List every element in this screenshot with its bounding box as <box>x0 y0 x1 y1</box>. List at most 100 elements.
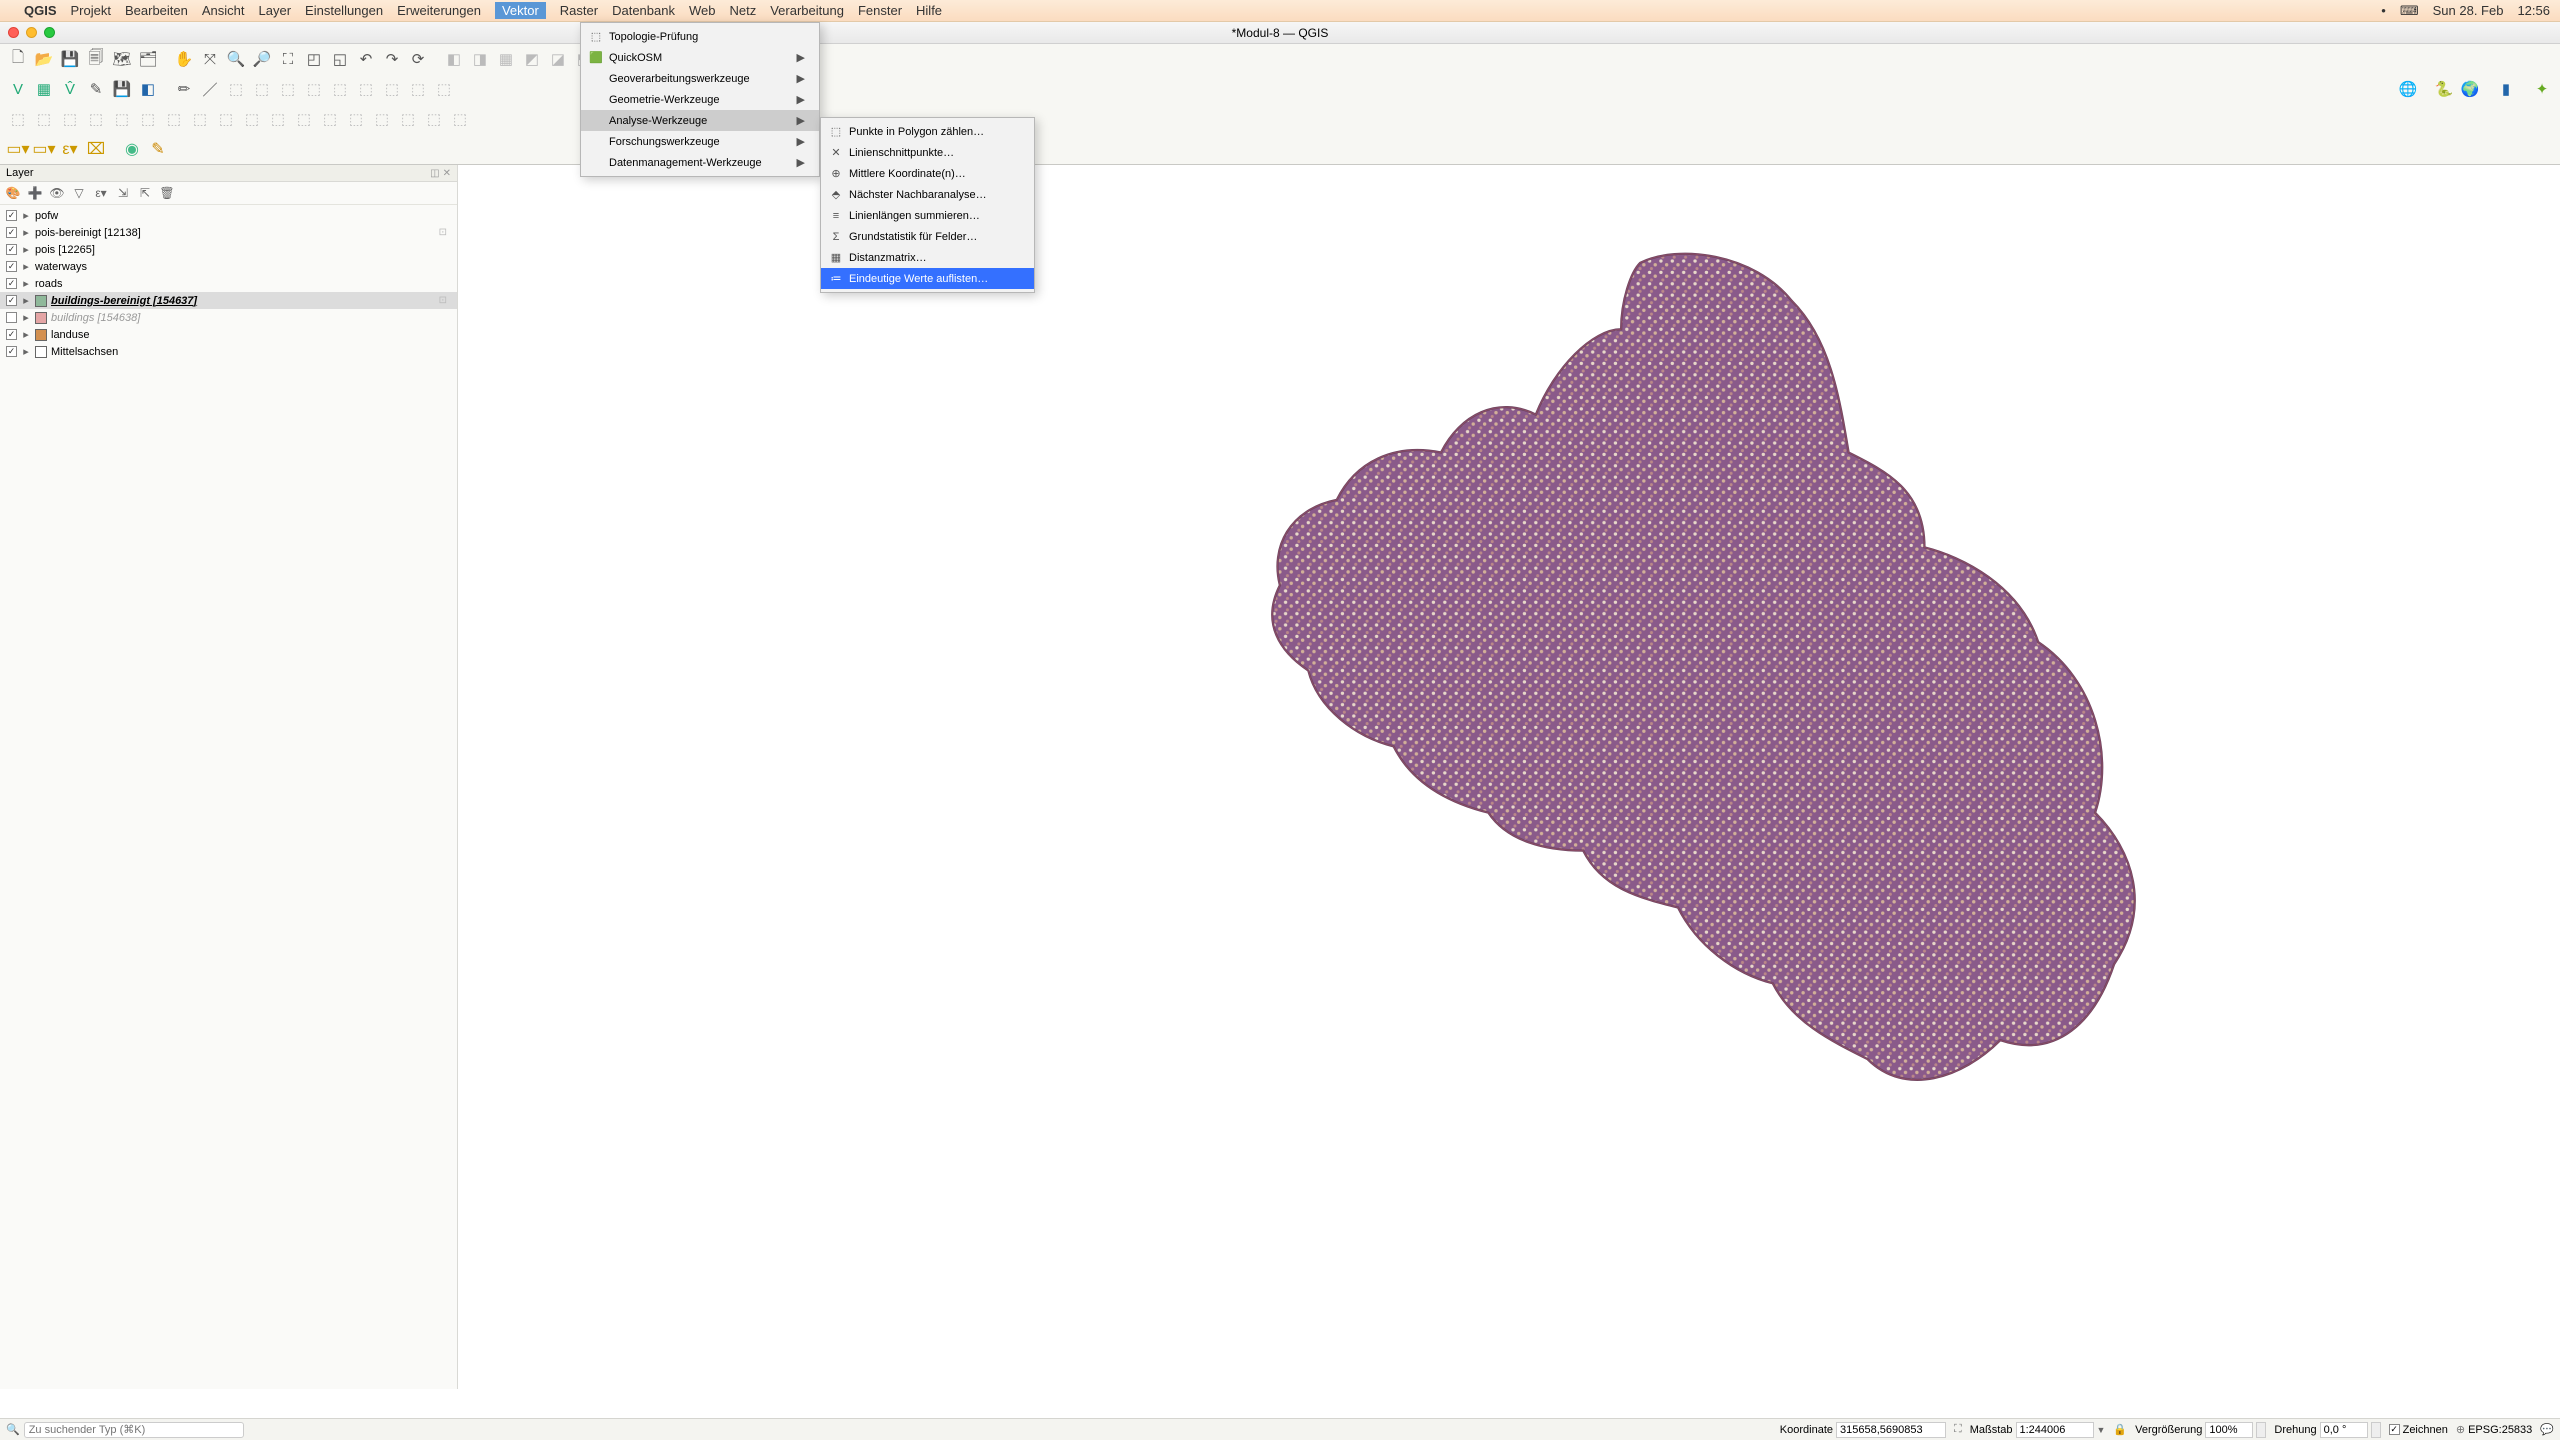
analyse-menu-item[interactable]: ⬘ Nächster Nachbaranalyse… <box>821 184 1034 205</box>
digitize-g[interactable]: ⬚ <box>380 77 404 101</box>
crs-icon[interactable]: ⊕ <box>2456 1423 2465 1436</box>
digitize-line-button[interactable]: ／ <box>198 77 222 101</box>
layer-expr-icon[interactable]: ε▾ <box>94 186 108 200</box>
scale-lock-icon[interactable]: 🔒 <box>2113 1423 2127 1436</box>
menu-einstellungen[interactable]: Einstellungen <box>305 3 383 18</box>
layer-expand-icon[interactable]: ⇲ <box>116 186 130 200</box>
magnifier-stepper[interactable] <box>2256 1422 2266 1438</box>
analyse-menu-item[interactable]: ✕ Linienschnittpunkte… <box>821 142 1034 163</box>
analyse-menu-item[interactable]: ▦ Distanzmatrix… <box>821 247 1034 268</box>
adv-k[interactable]: ⬚ <box>266 107 290 131</box>
menubar-keyboard-icon[interactable]: ⌨ <box>2400 3 2419 19</box>
app-name[interactable]: QGIS <box>24 3 57 18</box>
layer-visibility-checkbox[interactable]: ✓ <box>6 329 17 340</box>
window-close-button[interactable] <box>8 27 19 38</box>
layer-expand-icon[interactable]: ▸ <box>21 260 31 273</box>
save-edits-button[interactable]: 💾 <box>110 77 134 101</box>
digitize-b[interactable]: ⬚ <box>250 77 274 101</box>
render-checkbox[interactable]: ✓ <box>2389 1424 2400 1435</box>
save-project-button[interactable]: 💾 <box>58 47 82 71</box>
plugin-button-x[interactable]: ▮ <box>2494 77 2518 101</box>
magnifier-value-input[interactable] <box>2205 1422 2253 1438</box>
new-project-button[interactable]: 🗋 <box>6 47 30 71</box>
analyse-menu-item[interactable]: ⊕ Mittlere Koordinate(n)… <box>821 163 1034 184</box>
edit-toggle-button[interactable]: ✎ <box>84 77 108 101</box>
messages-icon[interactable]: 💬 <box>2540 1423 2554 1436</box>
layer-item[interactable]: ✓ ▸ roads <box>0 275 457 292</box>
layer-visibility-checkbox[interactable]: ✓ <box>6 261 17 272</box>
coord-value-input[interactable] <box>1836 1422 1946 1438</box>
edit-pencil-button[interactable]: ✎ <box>146 137 170 161</box>
vektor-menu-item[interactable]: Geometrie-Werkzeuge ▶ <box>581 89 819 110</box>
locator-search-input[interactable] <box>24 1422 244 1438</box>
deselect-button[interactable]: ⌧ <box>84 137 108 161</box>
tool-e[interactable]: ◪ <box>546 47 570 71</box>
digitize-a[interactable]: ⬚ <box>224 77 248 101</box>
vektor-menu-item[interactable]: Datenmanagement-Werkzeuge ▶ <box>581 152 819 173</box>
adv-m[interactable]: ⬚ <box>318 107 342 131</box>
vektor-menu-item[interactable]: Forschungswerkzeuge ▶ <box>581 131 819 152</box>
menu-fenster[interactable]: Fenster <box>858 3 902 18</box>
layer-item[interactable]: ✓ ▸ buildings-bereinigt [154637] ⊡ <box>0 292 457 309</box>
menu-netz[interactable]: Netz <box>729 3 756 18</box>
scale-value-input[interactable] <box>2016 1422 2094 1438</box>
crs-label[interactable]: EPSG:25833 <box>2468 1424 2532 1436</box>
digitize-e[interactable]: ⬚ <box>328 77 352 101</box>
layer-expand-icon[interactable]: ▸ <box>21 294 31 307</box>
layer-styling-button[interactable]: ◧ <box>136 77 160 101</box>
digitize-c[interactable]: ⬚ <box>276 77 300 101</box>
adv-d[interactable]: ⬚ <box>84 107 108 131</box>
pan-button[interactable]: ✋ <box>172 47 196 71</box>
menu-verarbeitung[interactable]: Verarbeitung <box>770 3 844 18</box>
zoom-out-button[interactable]: 🔎 <box>250 47 274 71</box>
layer-item[interactable]: ✓ ▸ landuse <box>0 326 457 343</box>
menu-vektor[interactable]: Vektor <box>495 2 546 19</box>
new-layout-button[interactable]: 🗺 <box>110 47 134 71</box>
layer-item[interactable]: ✓ ▸ waterways <box>0 258 457 275</box>
adv-q[interactable]: ⬚ <box>422 107 446 131</box>
zoom-in-button[interactable]: 🔍 <box>224 47 248 71</box>
adv-i[interactable]: ⬚ <box>214 107 238 131</box>
adv-b[interactable]: ⬚ <box>32 107 56 131</box>
pan-selection-button[interactable]: ⤧ <box>198 47 222 71</box>
layer-visibility-checkbox[interactable]: ✓ <box>6 295 17 306</box>
menu-ansicht[interactable]: Ansicht <box>202 3 245 18</box>
layer-expand-icon[interactable]: ▸ <box>21 226 31 239</box>
digitize-h[interactable]: ⬚ <box>406 77 430 101</box>
adv-f[interactable]: ⬚ <box>136 107 160 131</box>
adv-r[interactable]: ⬚ <box>448 107 472 131</box>
menu-raster[interactable]: Raster <box>560 3 598 18</box>
vektor-menu-item[interactable]: 🟩 QuickOSM ▶ <box>581 47 819 68</box>
zoom-full-button[interactable]: ⛶ <box>276 47 300 71</box>
select-by-expr-button[interactable]: ε▾ <box>58 137 82 161</box>
tool-a[interactable]: ◧ <box>442 47 466 71</box>
adv-g[interactable]: ⬚ <box>162 107 186 131</box>
rotation-stepper[interactable] <box>2371 1422 2381 1438</box>
new-shapefile-button[interactable]: V̂ <box>58 77 82 101</box>
layer-visibility-checkbox[interactable]: ✓ <box>6 210 17 221</box>
layer-visibility-checkbox[interactable]: ✓ <box>6 346 17 357</box>
plugin-button-y[interactable]: ✦ <box>2530 77 2554 101</box>
menu-web[interactable]: Web <box>689 3 716 18</box>
refresh-button[interactable]: ⟳ <box>406 47 430 71</box>
vektor-menu-item[interactable]: ⬚ Topologie-Prüfung <box>581 26 819 47</box>
layer-collapse-icon[interactable]: ⇱ <box>138 186 152 200</box>
digitize-d[interactable]: ⬚ <box>302 77 326 101</box>
analyse-menu-item[interactable]: ≔ Eindeutige Werte auflisten… <box>821 268 1034 289</box>
scale-dropdown-icon[interactable]: ▼ <box>2097 1425 2106 1435</box>
extents-icon[interactable]: ⛶ <box>1954 1423 1962 1436</box>
layer-visibility-checkbox[interactable]: ✓ <box>6 227 17 238</box>
menu-hilfe[interactable]: Hilfe <box>916 3 942 18</box>
layer-visibility-icon[interactable]: 👁 <box>50 186 64 200</box>
zoom-layer-button[interactable]: ◱ <box>328 47 352 71</box>
adv-n[interactable]: ⬚ <box>344 107 368 131</box>
layer-add-group-icon[interactable]: ➕ <box>28 186 42 200</box>
vektor-menu-item[interactable]: Analyse-Werkzeuge ▶ <box>581 110 819 131</box>
save-as-button[interactable]: 🗐 <box>84 47 108 71</box>
layer-expand-icon[interactable]: ▸ <box>21 328 31 341</box>
add-vector-button[interactable]: V <box>6 77 30 101</box>
analyse-menu-item[interactable]: Σ Grundstatistik für Felder… <box>821 226 1034 247</box>
add-raster-button[interactable]: ▦ <box>32 77 56 101</box>
menubar-time[interactable]: 12:56 <box>2517 3 2550 18</box>
identify-button[interactable]: ◉ <box>120 137 144 161</box>
